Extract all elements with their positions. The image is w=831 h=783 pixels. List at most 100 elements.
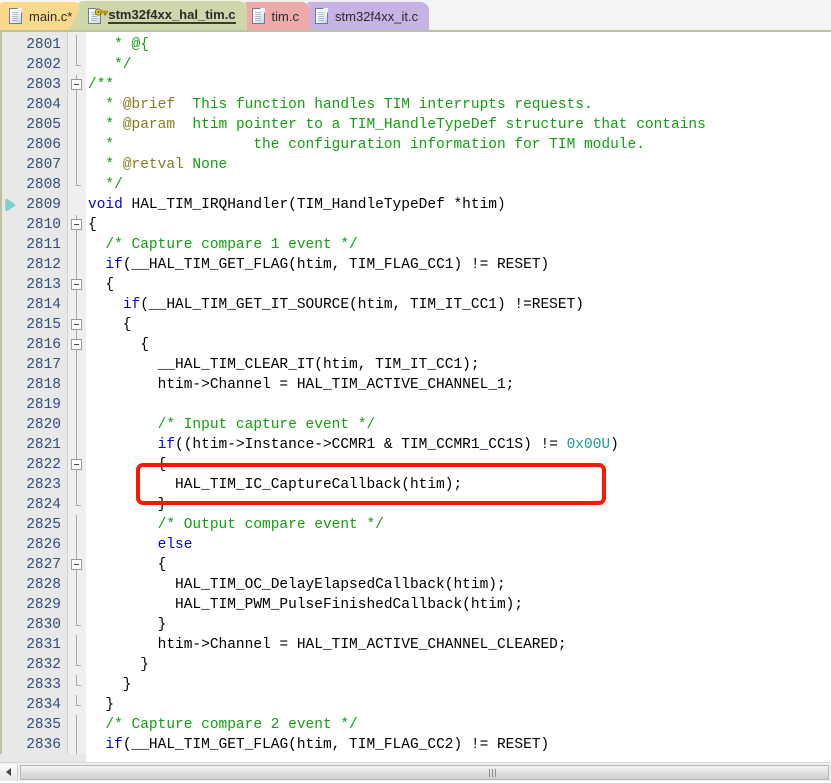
fold-marker: [68, 375, 86, 395]
code-line[interactable]: htim->Channel = HAL_TIM_ACTIVE_CHANNEL_1…: [86, 375, 831, 395]
code-token: */: [88, 177, 123, 193]
line-number: 2834: [26, 697, 61, 713]
fold-marker[interactable]: [68, 215, 86, 235]
code-line[interactable]: * @{: [86, 35, 831, 55]
bookmark-arrow-icon[interactable]: [2, 195, 19, 215]
scrollbar-thumb[interactable]: [20, 764, 829, 780]
fold-collapse-icon[interactable]: [71, 219, 82, 230]
code-line[interactable]: if(__HAL_TIM_GET_FLAG(htim, TIM_FLAG_CC2…: [86, 735, 831, 755]
code-token: htim pointer to a TIM_HandleTypeDef stru…: [175, 117, 706, 133]
fold-marker[interactable]: [68, 315, 86, 335]
code-line[interactable]: /* Input capture event */: [86, 415, 831, 435]
code-line[interactable]: {: [86, 555, 831, 575]
fold-collapse-icon[interactable]: [71, 339, 82, 350]
code-line[interactable]: * the configuration information for TIM …: [86, 135, 831, 155]
fold-marker[interactable]: [68, 335, 86, 355]
code-token: * @{: [88, 37, 149, 53]
gutter-filler: [0, 754, 86, 762]
marker-gutter[interactable]: [0, 32, 19, 781]
code-editor[interactable]: 2801 2802 2803 2804 2805 2806 2807 2808 2809 2810…: [0, 32, 831, 781]
fold-collapse-icon[interactable]: [71, 79, 82, 90]
fold-gutter[interactable]: [67, 32, 86, 781]
code-line[interactable]: }: [86, 695, 831, 715]
line-number: 2805: [26, 117, 61, 133]
code-line[interactable]: else: [86, 535, 831, 555]
line-number: 2807: [26, 157, 61, 173]
code-line[interactable]: /* Output compare event */: [86, 515, 831, 535]
code-line[interactable]: htim->Channel = HAL_TIM_ACTIVE_CHANNEL_C…: [86, 635, 831, 655]
code-line[interactable]: {: [86, 215, 831, 235]
code-line[interactable]: */: [86, 175, 831, 195]
tab-stm32f4xx-hal-tim-c[interactable]: stm32f4xx_hal_tim.c: [79, 0, 247, 30]
code-line[interactable]: void HAL_TIM_IRQHandler(TIM_HandleTypeDe…: [86, 195, 831, 215]
fold-line: [76, 155, 77, 175]
code-line[interactable]: if(__HAL_TIM_GET_FLAG(htim, TIM_FLAG_CC1…: [86, 255, 831, 275]
code-token: }: [88, 497, 167, 513]
fold-marker: [68, 515, 86, 535]
fold-line-end: [76, 55, 81, 66]
code-token: (__HAL_TIM_GET_FLAG(htim, TIM_FLAG_CC2) …: [122, 737, 550, 753]
code-line[interactable]: */: [86, 55, 831, 75]
code-token: (__HAL_TIM_GET_IT_SOURCE(htim, TIM_IT_CC…: [140, 297, 584, 313]
line-number: 2806: [26, 137, 61, 153]
code-line[interactable]: }: [86, 615, 831, 635]
fold-marker: [68, 635, 86, 655]
fold-line: [76, 355, 77, 375]
fold-collapse-icon[interactable]: [71, 279, 82, 290]
code-line[interactable]: /* Capture compare 2 event */: [86, 715, 831, 735]
tab-stm32f4xx-it-c[interactable]: stm32f4xx_it.c: [306, 1, 430, 30]
code-line[interactable]: if((htim->Instance->CCMR1 & TIM_CCMR1_CC…: [86, 435, 831, 455]
code-line[interactable]: * @brief This function handles TIM inter…: [86, 95, 831, 115]
horizontal-scrollbar[interactable]: [0, 762, 831, 781]
fold-marker[interactable]: [68, 455, 86, 475]
code-line[interactable]: {: [86, 335, 831, 355]
fold-collapse-icon[interactable]: [71, 559, 82, 570]
fold-marker[interactable]: [68, 275, 86, 295]
code-line[interactable]: HAL_TIM_PWM_PulseFinishedCallback(htim);: [86, 595, 831, 615]
tab-tim-c[interactable]: tim.c: [242, 1, 310, 30]
fold-collapse-icon[interactable]: [71, 319, 82, 330]
fold-marker[interactable]: [68, 555, 86, 575]
file-icon: [251, 8, 265, 24]
code-line[interactable]: {: [86, 315, 831, 335]
code-line[interactable]: __HAL_TIM_CLEAR_IT(htim, TIM_IT_CC1);: [86, 355, 831, 375]
code-token: }: [88, 657, 149, 673]
code-line[interactable]: if(__HAL_TIM_GET_IT_SOURCE(htim, TIM_IT_…: [86, 295, 831, 315]
code-token: @param: [122, 117, 176, 133]
code-line[interactable]: {: [86, 455, 831, 475]
fold-collapse-icon[interactable]: [71, 459, 82, 470]
code-line[interactable]: * @retval None: [86, 155, 831, 175]
fold-line: [76, 395, 77, 415]
code-token: /**: [88, 77, 115, 93]
code-line[interactable]: {: [86, 275, 831, 295]
tab-main-c-[interactable]: main.c*: [0, 1, 84, 30]
line-number: 2804: [26, 97, 61, 113]
code-line[interactable]: HAL_TIM_OC_DelayElapsedCallback(htim);: [86, 575, 831, 595]
code-line[interactable]: * @param htim pointer to a TIM_HandleTyp…: [86, 115, 831, 135]
code-token: htim->Channel = HAL_TIM_ACTIVE_CHANNEL_1…: [88, 377, 515, 393]
code-token: /* Capture compare 1 event */: [88, 237, 358, 253]
code-line[interactable]: }: [86, 495, 831, 515]
line-number: 2810: [26, 217, 61, 233]
file-icon-lines: [12, 12, 18, 21]
code-area[interactable]: * @{ */ /** * @brief This function handle…: [86, 32, 831, 781]
code-line[interactable]: [86, 395, 831, 415]
code-token: /* Input capture event */: [88, 417, 376, 433]
code-line[interactable]: /* Capture compare 1 event */: [86, 235, 831, 255]
file-icon-lines: [318, 12, 324, 21]
line-number: 2827: [26, 557, 61, 573]
line-number: 2816: [26, 337, 61, 353]
fold-marker: [68, 55, 86, 75]
line-number: 2826: [26, 537, 61, 553]
fold-line: [76, 415, 77, 435]
fold-marker[interactable]: [68, 75, 86, 95]
fold-marker: [68, 595, 86, 615]
code-line[interactable]: /**: [86, 75, 831, 95]
code-line[interactable]: HAL_TIM_IC_CaptureCallback(htim);: [86, 475, 831, 495]
code-line[interactable]: }: [86, 655, 831, 675]
code-token: {: [88, 457, 167, 473]
scroll-left-button[interactable]: [0, 763, 18, 781]
code-token: HAL_TIM_IC_CaptureCallback(htim);: [88, 477, 463, 493]
tab-label: main.c*: [29, 8, 73, 24]
code-line[interactable]: }: [86, 675, 831, 695]
